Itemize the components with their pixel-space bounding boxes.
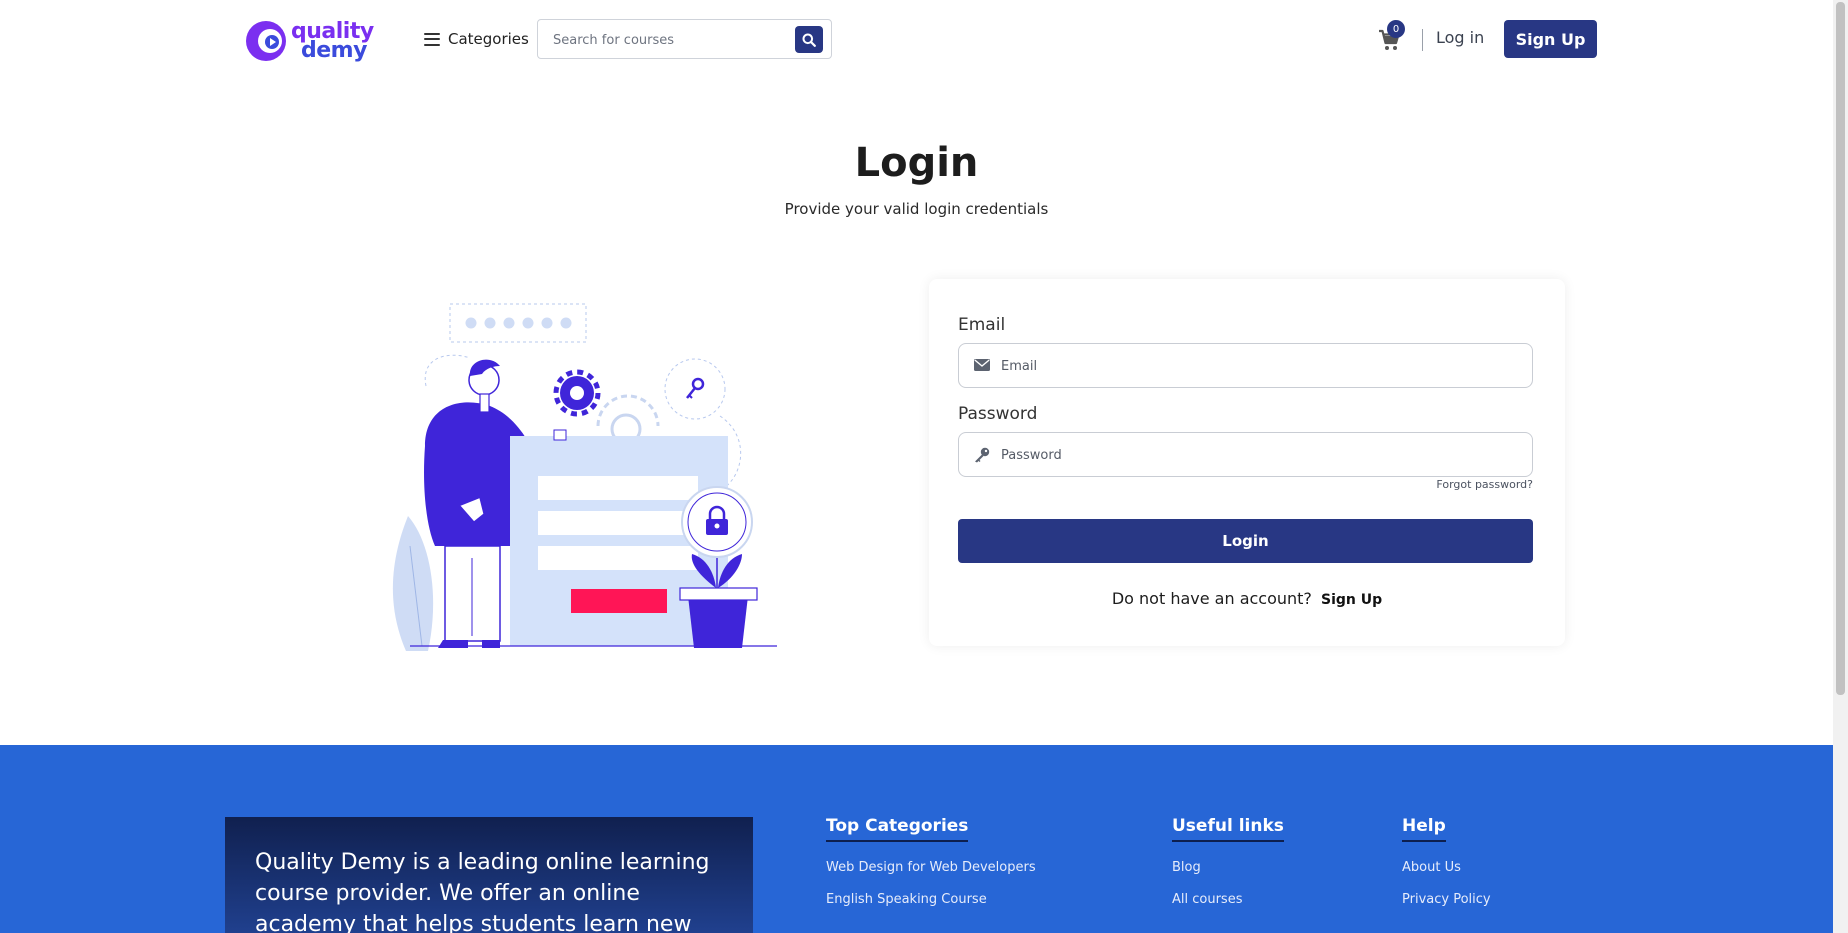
envelope-icon — [974, 359, 990, 371]
signup-prompt: Do not have an account? Sign Up — [929, 589, 1565, 608]
email-label: Email — [958, 315, 1006, 335]
footer-about-box: Quality Demy is a leading online learnin… — [225, 817, 753, 933]
email-field — [958, 343, 1533, 388]
header-divider — [1422, 29, 1423, 51]
categories-menu-button[interactable]: Categories — [424, 27, 529, 51]
page-subtitle: Provide your valid login credentials — [784, 200, 1049, 218]
footer-link[interactable]: Blog — [1172, 860, 1284, 892]
footer-link[interactable]: All courses — [1172, 892, 1284, 924]
footer-column-top-categories: Top Categories Web Design for Web Develo… — [826, 816, 1036, 924]
categories-label: Categories — [448, 30, 529, 48]
top-navbar: quality demy Categories 0 Log in Sign Up — [0, 0, 1833, 78]
footer-column-useful-links: Useful links Blog All courses — [1172, 816, 1284, 924]
no-account-text: Do not have an account? — [1111, 589, 1312, 608]
logo-text-line2: demy — [301, 38, 367, 63]
logo-wordmark: quality demy — [291, 21, 374, 63]
password-label: Password — [958, 404, 1038, 424]
footer-link[interactable]: English Speaking Course — [826, 892, 1036, 924]
search-input[interactable] — [553, 30, 773, 50]
search-box — [537, 19, 832, 59]
search-icon — [802, 33, 816, 47]
footer-link[interactable]: Privacy Policy — [1402, 892, 1491, 924]
key-icon — [975, 447, 990, 463]
footer-column-title: Top Categories — [826, 816, 969, 842]
login-card: Email Password Forgot password? Login Do… — [929, 279, 1565, 646]
page-title: Login — [854, 140, 979, 186]
footer-link[interactable]: Web Design for Web Developers — [826, 860, 1036, 892]
logo-icon — [246, 21, 286, 61]
search-button[interactable] — [795, 26, 823, 53]
signup-link[interactable]: Sign Up — [1321, 592, 1382, 608]
login-submit-button[interactable]: Login — [958, 519, 1533, 563]
email-input[interactable] — [1001, 356, 1501, 376]
footer-column-title: Help — [1402, 816, 1446, 842]
password-field — [958, 432, 1533, 477]
footer-column-help: Help About Us Privacy Policy — [1402, 816, 1491, 924]
login-illustration — [392, 303, 777, 651]
site-logo[interactable]: quality demy — [244, 17, 374, 65]
footer-column-title: Useful links — [1172, 816, 1284, 842]
header-login-link[interactable]: Log in — [1436, 28, 1484, 47]
hamburger-icon — [424, 32, 440, 46]
footer-about-text: Quality Demy is a leading online learnin… — [255, 850, 710, 933]
footer-link[interactable]: About Us — [1402, 860, 1491, 892]
scrollbar-thumb[interactable] — [1836, 2, 1845, 695]
forgot-password-link[interactable]: Forgot password? — [1429, 478, 1533, 491]
password-input[interactable] — [1001, 445, 1501, 465]
cart-count-badge: 0 — [1387, 20, 1405, 38]
site-footer: Quality Demy is a leading online learnin… — [0, 745, 1833, 933]
header-signup-button[interactable]: Sign Up — [1504, 20, 1597, 58]
